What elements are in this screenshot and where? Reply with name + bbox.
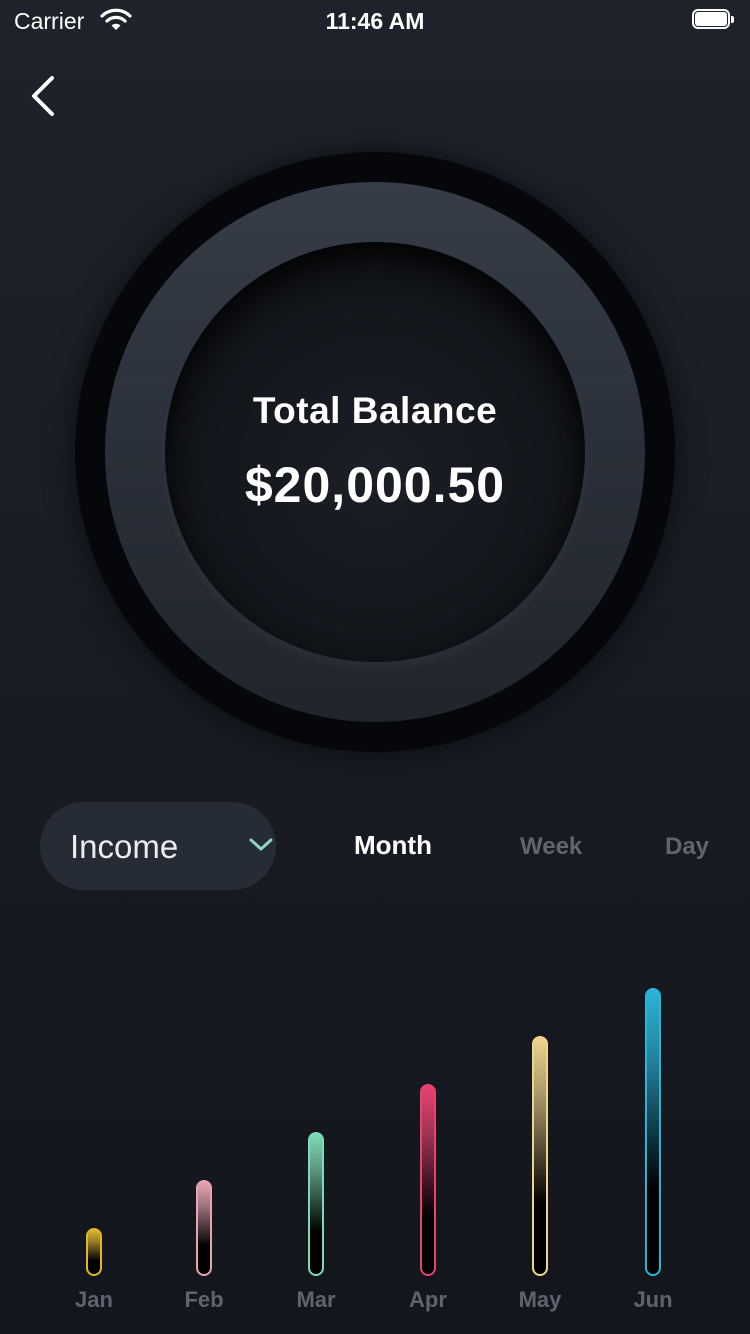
tab-day[interactable]: Day	[665, 833, 709, 861]
status-bar: Carrier 11:46 AM	[0, 0, 750, 40]
balance-title: Total Balance	[252, 390, 498, 431]
bar-jun	[645, 988, 661, 1276]
bar-jan	[86, 1228, 102, 1276]
balance-amount: $20,000.50	[244, 457, 506, 513]
chevron-down-icon	[248, 836, 274, 859]
x-tick-label-jan: Jan	[75, 1287, 113, 1312]
x-tick-label-apr: Apr	[409, 1287, 447, 1312]
bar-apr	[420, 1084, 436, 1276]
x-tick-label-feb: Feb	[184, 1287, 224, 1312]
bar-feb	[196, 1180, 212, 1276]
balance-dial-core	[165, 242, 585, 662]
category-dropdown-label: Income	[70, 828, 179, 865]
x-tick-label-mar: Mar	[296, 1287, 336, 1312]
clock-time: 11:46 AM	[325, 8, 425, 34]
category-dropdown[interactable]: Income	[40, 802, 276, 890]
bar-mar	[308, 1132, 324, 1276]
tab-week[interactable]: Week	[520, 833, 582, 861]
chevron-left-icon	[32, 76, 54, 116]
back-button[interactable]	[24, 72, 68, 120]
x-tick-label-may: May	[518, 1287, 562, 1312]
tab-month[interactable]: Month	[354, 830, 432, 861]
battery-icon	[692, 9, 736, 31]
bar-may	[532, 1036, 548, 1276]
x-tick-label-jun: Jun	[633, 1287, 673, 1312]
